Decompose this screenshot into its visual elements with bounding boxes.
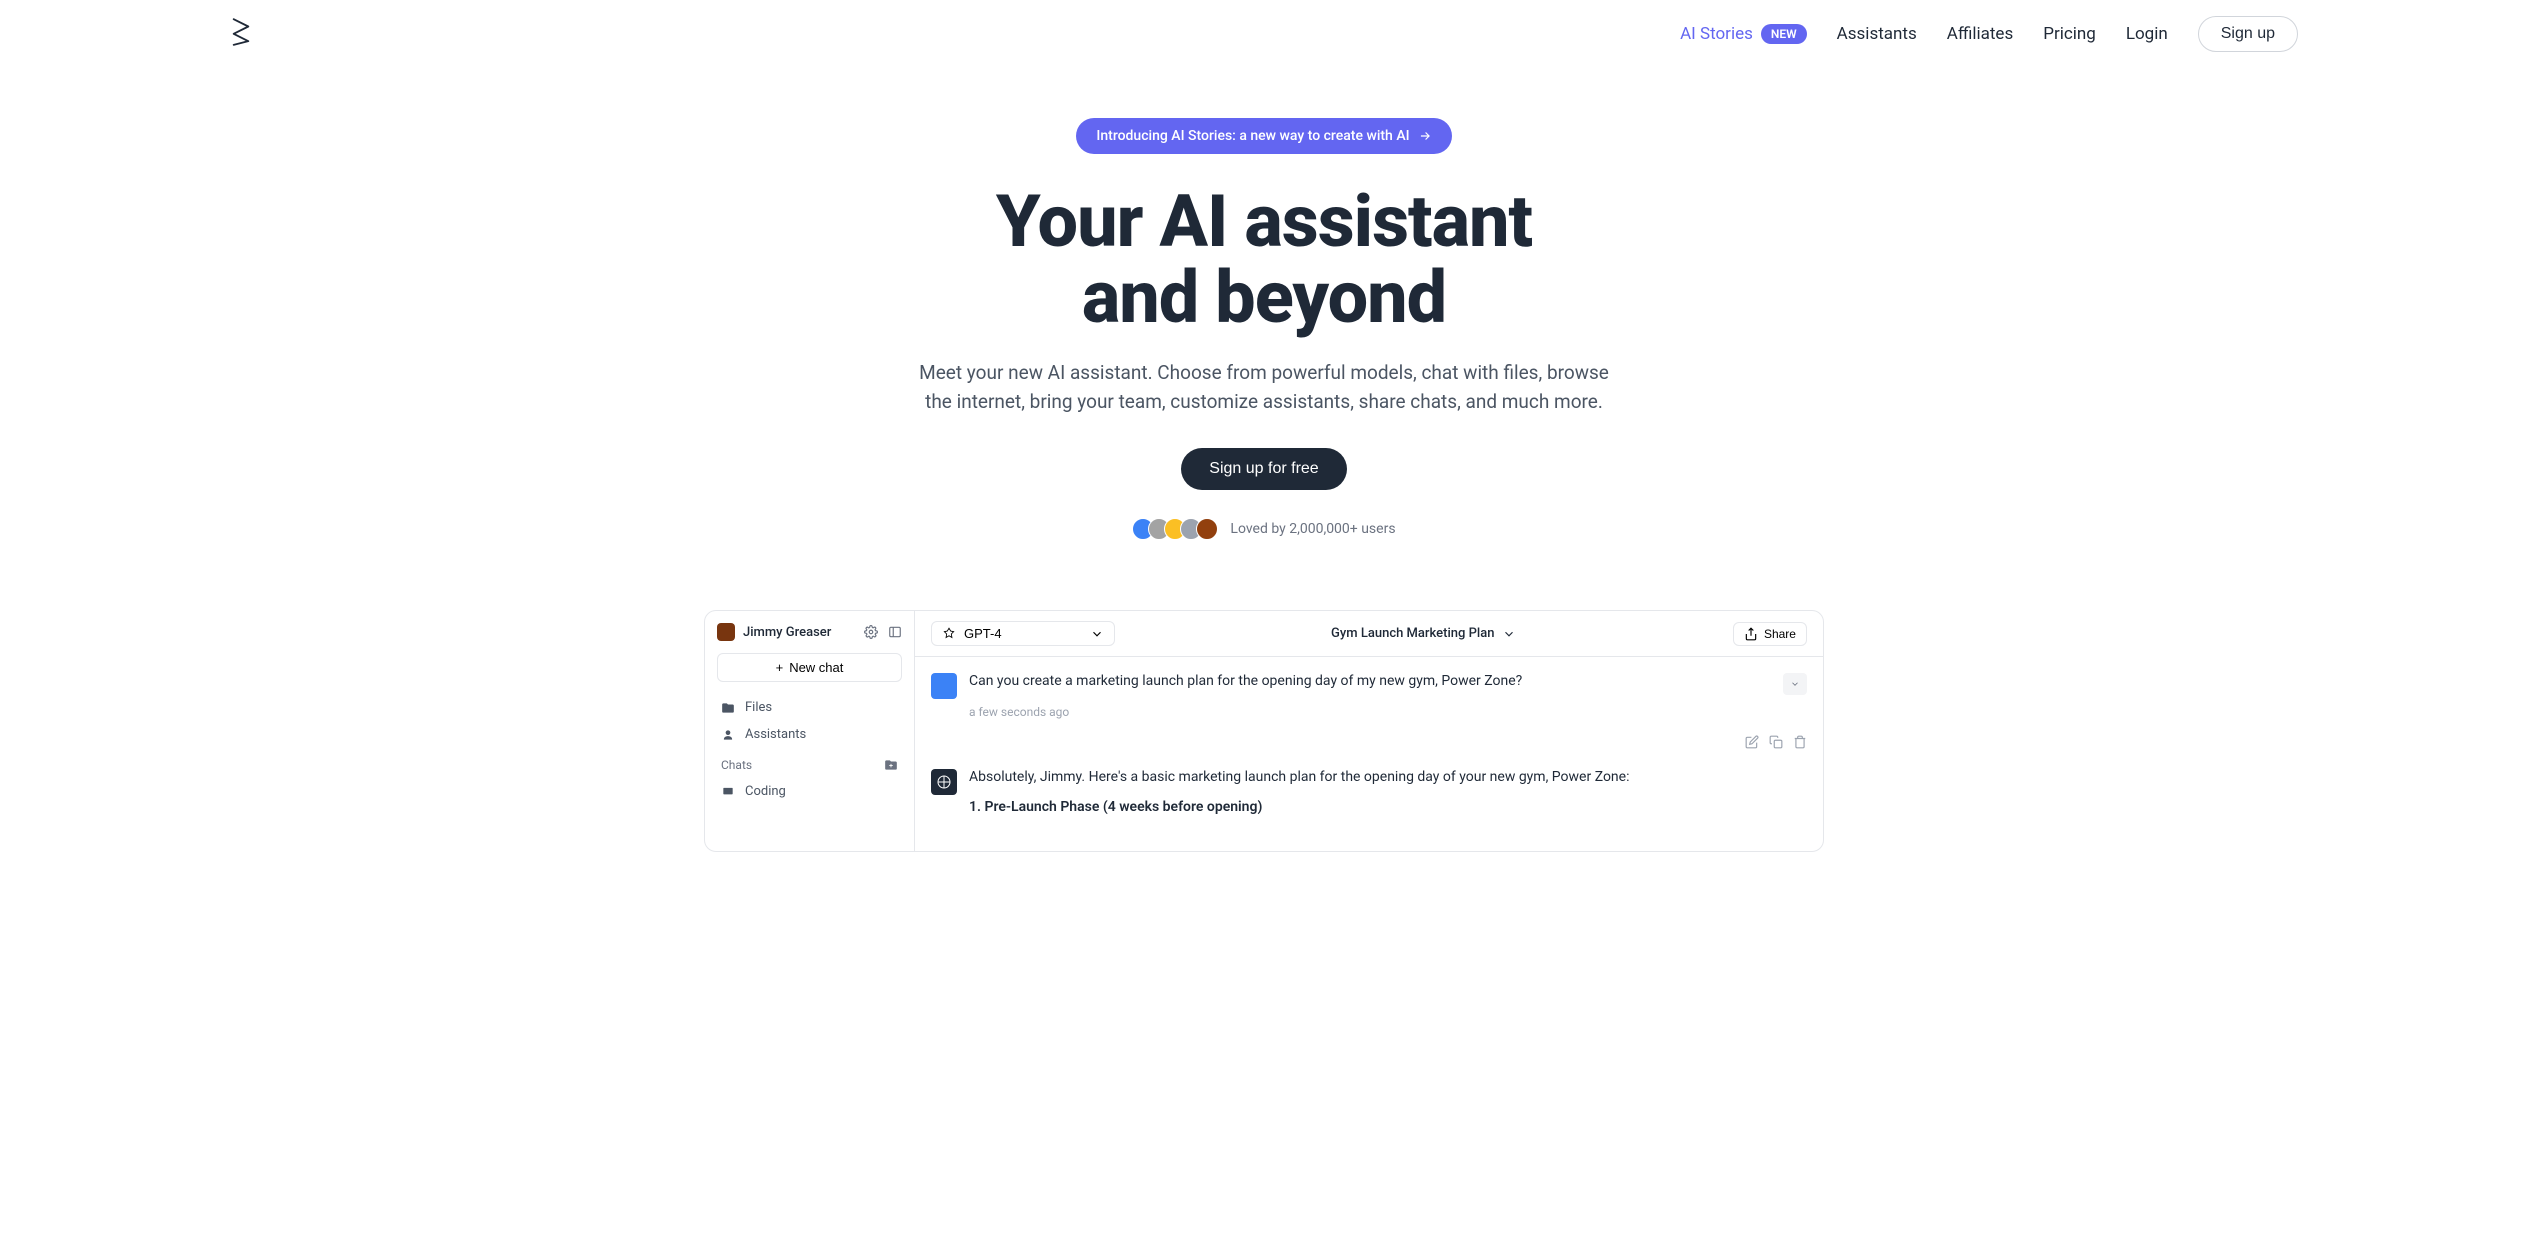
nav-login[interactable]: Login [2126,24,2168,44]
main-content: GPT-4 Gym Launch Marketing Plan Share Ca… [915,611,1823,851]
folder-icon [721,701,735,715]
ai-message: Absolutely, Jimmy. Here's a basic market… [931,769,1807,815]
messages: Can you create a marketing launch plan f… [915,657,1823,851]
hero-title: Your AI assistant and beyond [834,184,1694,335]
chevron-down-icon [1502,627,1516,641]
nav-ai-stories-label: AI Stories [1680,24,1753,44]
logo[interactable] [230,17,252,51]
app-preview: Jimmy Greaser + New chat Files Assistant… [704,610,1824,852]
sidebar: Jimmy Greaser + New chat Files Assistant… [705,611,915,851]
content-header: GPT-4 Gym Launch Marketing Plan Share [915,611,1823,657]
share-button[interactable]: Share [1733,622,1807,646]
robot-icon [721,728,735,742]
ai-phase-heading: 1. Pre-Launch Phase (4 weeks before open… [969,799,1807,815]
sidebar-item-files[interactable]: Files [717,694,902,721]
arrow-right-icon [1418,129,1432,143]
laptop-icon [721,785,735,799]
ai-msg-avatar [931,769,957,795]
message-body: Absolutely, Jimmy. Here's a basic market… [969,769,1807,815]
chats-section-label: Chats [721,758,752,772]
cta-button[interactable]: Sign up for free [1181,448,1346,490]
user-name: Jimmy Greaser [743,625,831,640]
sidebar-folder-coding[interactable]: Coding [717,778,902,805]
chat-title[interactable]: Gym Launch Marketing Plan [1331,626,1516,641]
chats-section-header: Chats [717,748,902,778]
gear-icon[interactable] [864,625,878,639]
avatar-stack [1132,518,1218,540]
message-text: Can you create a marketing launch plan f… [969,673,1733,689]
hero-title-line1: Your AI assistant [996,179,1532,264]
announcement-text: Introducing AI Stories: a new way to cre… [1096,128,1409,144]
plus-icon: + [776,660,784,675]
sidebar-header-icons [864,625,902,639]
nav-affiliates[interactable]: Affiliates [1947,24,2013,44]
sidebar-header: Jimmy Greaser [717,623,902,641]
chevron-down-icon [1790,679,1800,689]
model-selector[interactable]: GPT-4 [931,621,1115,646]
message-menu-button[interactable] [1783,673,1807,695]
delete-icon[interactable] [1793,735,1807,749]
sidebar-item-label: Files [745,700,772,715]
user-avatar [717,623,735,641]
social-proof: Loved by 2,000,000+ users [834,518,1694,540]
edit-icon[interactable] [1745,735,1759,749]
hero-subtitle: Meet your new AI assistant. Choose from … [914,359,1614,416]
hero-title-line2: and beyond [1082,255,1446,340]
main-nav: AI Stories NEW Assistants Affiliates Pri… [0,0,2528,68]
user-message: Can you create a marketing launch plan f… [931,673,1807,749]
social-proof-text: Loved by 2,000,000+ users [1230,521,1395,537]
chevron-down-icon [1090,627,1104,641]
chat-title-text: Gym Launch Marketing Plan [1331,626,1494,641]
sidebar-toggle-icon[interactable] [888,625,902,639]
user-info[interactable]: Jimmy Greaser [717,623,831,641]
model-name: GPT-4 [964,626,1002,641]
user-msg-avatar [931,673,957,699]
openai-icon [936,774,952,790]
message-timestamp: a few seconds ago [969,705,1733,719]
message-body: Can you create a marketing launch plan f… [969,673,1733,749]
openai-icon [942,627,956,641]
hero-section: Introducing AI Stories: a new way to cre… [814,68,1714,570]
ai-intro-text: Absolutely, Jimmy. Here's a basic market… [969,769,1807,785]
sidebar-item-label: Coding [745,784,786,799]
announcement-banner[interactable]: Introducing AI Stories: a new way to cre… [1076,118,1451,154]
sidebar-item-assistants[interactable]: Assistants [717,721,902,748]
nav-assistants[interactable]: Assistants [1837,24,1917,44]
nav-ai-stories[interactable]: AI Stories NEW [1680,24,1807,44]
avatar [1196,518,1218,540]
new-chat-label: New chat [789,660,843,675]
sidebar-item-label: Assistants [745,727,806,742]
signup-button[interactable]: Sign up [2198,16,2298,52]
copy-icon[interactable] [1769,735,1783,749]
share-icon [1744,627,1758,641]
new-chat-button[interactable]: + New chat [717,653,902,682]
new-badge: NEW [1761,24,1807,44]
share-label: Share [1764,627,1796,641]
add-folder-icon[interactable] [884,758,898,772]
nav-pricing[interactable]: Pricing [2043,24,2096,44]
message-actions [1745,735,1807,749]
nav-links: AI Stories NEW Assistants Affiliates Pri… [1680,16,2298,52]
